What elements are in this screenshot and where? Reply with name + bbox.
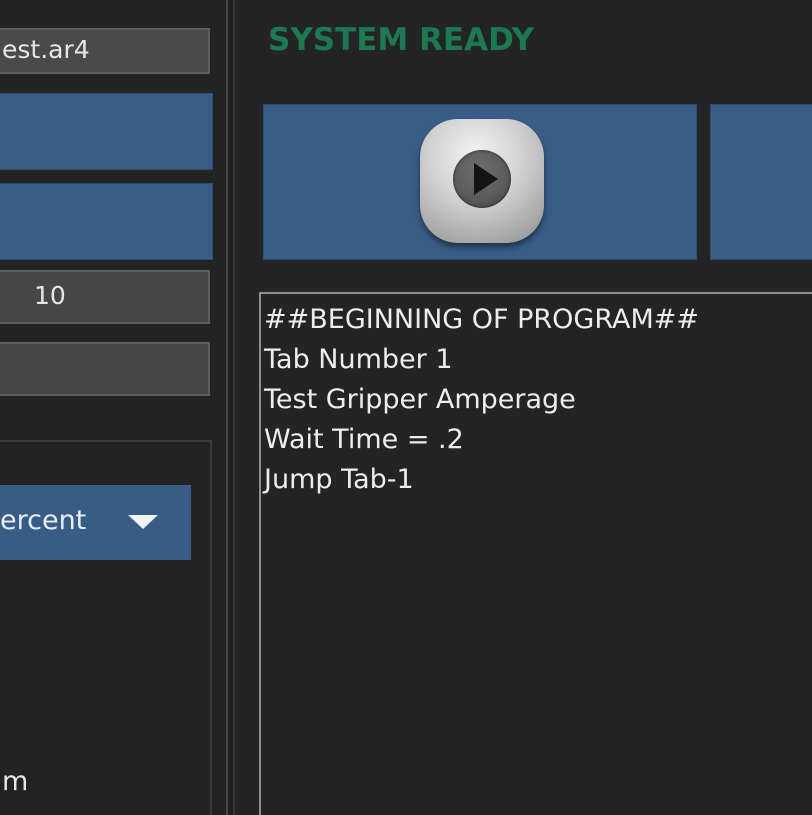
play-triangle-icon xyxy=(474,163,498,195)
new-program-button[interactable] xyxy=(0,183,213,260)
program-line[interactable]: ##BEGINNING OF PROGRAM## xyxy=(264,300,699,340)
program-line[interactable]: Test Gripper Amperage xyxy=(264,380,699,420)
program-lines: ##BEGINNING OF PROGRAM## Tab Number 1 Te… xyxy=(264,300,699,500)
secondary-input[interactable] xyxy=(0,342,210,396)
speed-type-selected: ercent xyxy=(0,505,87,536)
speed-input[interactable]: 10 xyxy=(0,270,210,324)
program-listbox[interactable]: ##BEGINNING OF PROGRAM## Tab Number 1 Te… xyxy=(259,292,812,815)
system-status-label: SYSTEM READY xyxy=(268,22,535,58)
bottom-label: m xyxy=(2,766,29,797)
run-program-button[interactable] xyxy=(263,104,697,260)
program-file-field[interactable]: est.ar4 xyxy=(0,28,210,74)
load-program-button[interactable] xyxy=(0,93,213,170)
speed-value: 10 xyxy=(34,281,66,310)
stop-program-button[interactable] xyxy=(710,104,812,260)
play-icon-disc xyxy=(453,150,511,208)
program-line[interactable]: Jump Tab-1 xyxy=(264,460,699,500)
app-window: est.ar4 10 ercent m SYSTEM READY ##BEGIN… xyxy=(0,0,812,815)
speed-type-dropdown[interactable]: ercent xyxy=(0,485,191,560)
left-panel: est.ar4 10 ercent m xyxy=(0,0,226,815)
program-line[interactable]: Wait Time = .2 xyxy=(264,420,699,460)
panel-splitter[interactable] xyxy=(226,0,235,815)
program-file-value: est.ar4 xyxy=(2,35,90,64)
triangle-down-icon xyxy=(128,515,158,529)
program-line[interactable]: Tab Number 1 xyxy=(264,340,699,380)
play-icon xyxy=(420,119,544,243)
